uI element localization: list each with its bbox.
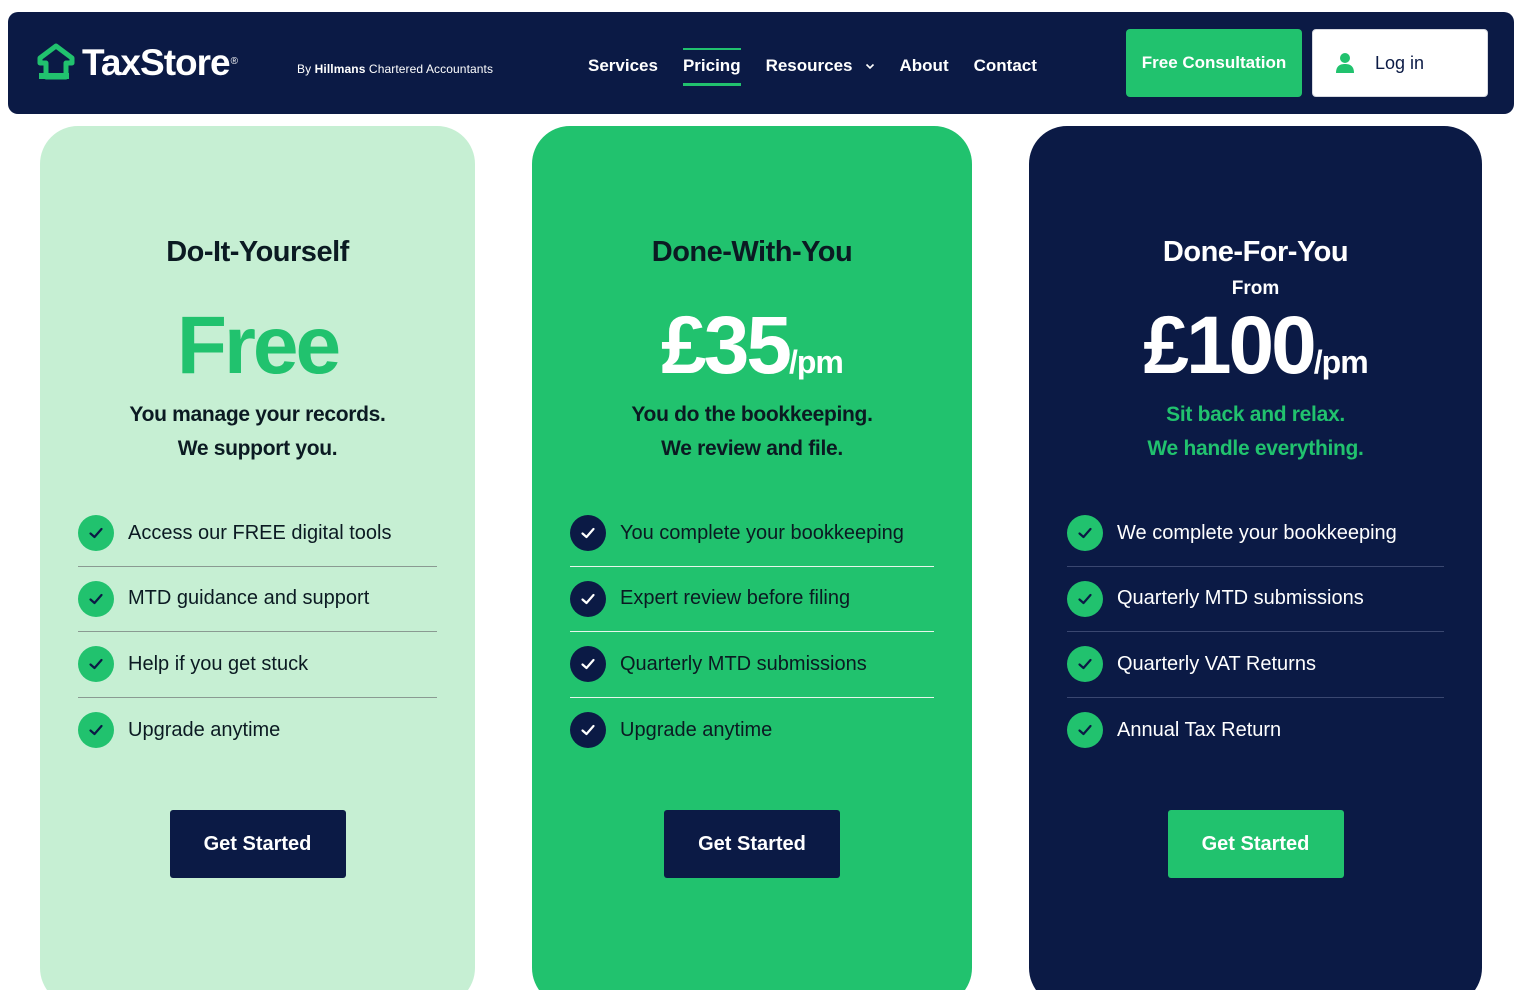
feature-list: We complete your bookkeeping Quarterly M…: [1067, 501, 1444, 763]
feature-text: Quarterly MTD submissions: [1117, 587, 1364, 610]
price-amount: Free: [176, 300, 341, 391]
plan-price: Free: [40, 300, 475, 391]
check-icon: [78, 515, 114, 552]
feature-text: MTD guidance and support: [128, 587, 370, 610]
feature-text: Upgrade anytime: [128, 718, 281, 741]
feature-item: Quarterly MTD submissions: [1067, 567, 1444, 632]
taxstore-logo[interactable]: TaxStore ®: [36, 42, 238, 84]
check-icon: [1067, 646, 1103, 683]
plan-price: £35/pm: [532, 300, 972, 391]
tagline-line-1: Sit back and relax.: [1166, 403, 1345, 426]
byline-prefix: By: [297, 62, 312, 76]
feature-item: We complete your bookkeeping: [1067, 501, 1444, 567]
check-icon: [78, 646, 114, 683]
price-amount: £35: [661, 300, 792, 391]
feature-text: Expert review before filing: [620, 587, 851, 610]
plan-card-done-for-you: Done-For-You From £100/pm Sit back and r…: [1029, 126, 1482, 990]
feature-item: Quarterly MTD submissions: [570, 632, 934, 698]
feature-text: We complete your bookkeeping: [1117, 521, 1397, 544]
get-started-button[interactable]: Get Started: [664, 810, 840, 878]
check-icon: [1067, 580, 1103, 617]
nav-pricing[interactable]: Pricing: [682, 48, 741, 86]
plan-card-diy: Do-It-Yourself Free You manage your reco…: [40, 126, 475, 990]
feature-item: Upgrade anytime: [570, 698, 934, 764]
get-started-button[interactable]: Get Started: [169, 810, 346, 878]
tagline-line-2: We support you.: [177, 437, 338, 460]
feature-item: Access our FREE digital tools: [78, 501, 437, 567]
plan-tagline: Sit back and relax. We handle everything…: [1029, 398, 1482, 466]
brand-byline: By Hillmans Chartered Accountants: [297, 62, 493, 76]
byline-suffix: Chartered Accountants: [368, 62, 494, 76]
nav-contact[interactable]: Contact: [974, 56, 1037, 82]
registered-mark: ®: [230, 55, 238, 67]
feature-item: You complete your bookkeeping: [570, 501, 934, 567]
check-icon: [570, 515, 606, 552]
plan-title: Do-It-Yourself: [166, 236, 349, 268]
check-icon: [78, 712, 114, 749]
price-period: /pm: [1313, 344, 1369, 380]
tagline-line-2: We handle everything.: [1147, 437, 1364, 460]
login-button[interactable]: Log in: [1312, 29, 1488, 97]
plan-title: Done-With-You: [651, 236, 853, 268]
check-icon: [78, 580, 114, 617]
nav-resources-label: Resources: [765, 56, 853, 75]
user-icon: [1336, 53, 1354, 73]
check-icon: [570, 712, 606, 749]
feature-text: Help if you get stuck: [128, 652, 309, 675]
house-logo-icon: [37, 43, 75, 80]
plan-card-done-with-you: Done-With-You £35/pm You do the bookkeep…: [532, 126, 972, 990]
plan-tagline: You manage your records. We support you.: [40, 398, 475, 466]
tagline-line-1: You manage your records.: [129, 403, 386, 426]
top-navbar: TaxStore ® By Hillmans Chartered Accounta…: [8, 12, 1514, 114]
brand-name: TaxStore: [82, 42, 231, 83]
get-started-button[interactable]: Get Started: [1167, 810, 1344, 878]
check-icon: [1067, 515, 1103, 552]
check-icon: [570, 646, 606, 683]
nav-resources[interactable]: Resources: [766, 56, 875, 82]
feature-list: You complete your bookkeeping Expert rev…: [570, 501, 934, 763]
feature-item: Upgrade anytime: [78, 698, 437, 764]
byline-company: Hillmans: [314, 62, 366, 76]
login-label: Log in: [1375, 52, 1425, 73]
feature-item: Annual Tax Return: [1067, 698, 1444, 764]
feature-text: Quarterly MTD submissions: [620, 652, 867, 675]
price-period: /pm: [788, 344, 844, 380]
free-consultation-button[interactable]: Free Consultation: [1126, 29, 1302, 97]
plan-title: Done-For-You: [1162, 236, 1349, 268]
feature-list: Access our FREE digital tools MTD guidan…: [78, 501, 437, 763]
check-icon: [1067, 712, 1103, 749]
feature-text: Annual Tax Return: [1117, 718, 1282, 741]
feature-text: Access our FREE digital tools: [128, 521, 392, 544]
feature-item: Quarterly VAT Returns: [1067, 632, 1444, 698]
chevron-down-icon: [865, 63, 874, 70]
feature-text: Upgrade anytime: [620, 718, 773, 741]
nav-services[interactable]: Services: [588, 56, 658, 82]
check-icon: [570, 580, 606, 617]
price-amount: £100: [1143, 300, 1316, 391]
tagline-line-2: We review and file.: [661, 437, 843, 460]
tagline-line-1: You do the bookkeeping.: [631, 403, 873, 426]
plan-price: £100/pm: [1029, 300, 1482, 391]
price-from-label: From: [1231, 278, 1280, 299]
plan-tagline: You do the bookkeeping. We review and fi…: [532, 398, 972, 466]
feature-text: Quarterly VAT Returns: [1117, 652, 1316, 675]
feature-item: Help if you get stuck: [78, 632, 437, 698]
feature-text: You complete your bookkeeping: [620, 521, 904, 544]
feature-item: MTD guidance and support: [78, 567, 437, 632]
main-menu: Services Pricing Resources About Contact: [588, 48, 1062, 86]
nav-about[interactable]: About: [900, 56, 949, 82]
feature-item: Expert review before filing: [570, 567, 934, 632]
